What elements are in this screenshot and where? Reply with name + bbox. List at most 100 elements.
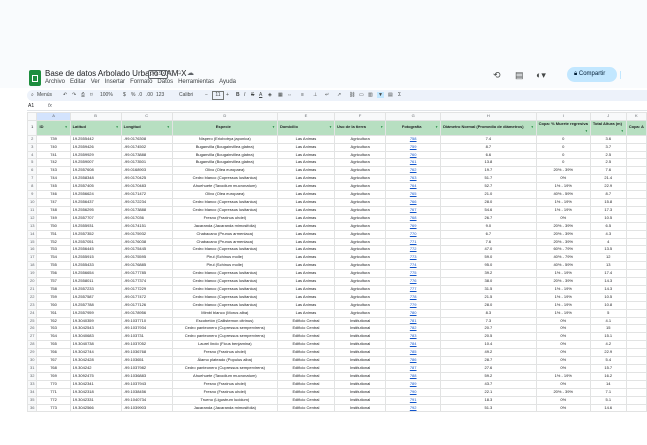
cell-uso-tierra[interactable]: Institutional [333,332,387,342]
cell-especie[interactable]: Fresno (Fraxinus uhdei) [171,348,278,358]
cell-domicilio[interactable]: Edificio Central [276,340,335,350]
cell-diametro[interactable]: 59.2 [440,371,537,381]
cell-altura[interactable]: 4.3 [589,229,627,239]
cell-id[interactable]: 747 [36,197,71,207]
cell-especie[interactable]: Nispero (Eriobotrya japonica) [171,134,278,144]
column-header-i[interactable]: I [535,112,591,121]
cell-copa-a[interactable] [625,277,647,286]
cell-uso-tierra[interactable]: Agricultura [333,221,387,231]
history-icon[interactable]: ⟲ [493,70,501,81]
cell-domicilio[interactable]: Las Animas [276,142,335,152]
select-all-corner[interactable] [27,112,38,121]
cell-domicilio[interactable]: Edificio Central [276,403,335,413]
row-number[interactable]: 17 [27,253,38,263]
cell-fotografia[interactable]: 789 [385,379,442,389]
move-folder-icon[interactable]: ⌂ [177,69,181,76]
cell-uso-tierra[interactable]: Agricultura [333,300,387,310]
strikethrough-icon[interactable]: S [251,92,254,98]
cell-longitud[interactable]: -99.0173501 [120,158,173,168]
cell-uso-tierra[interactable]: Agricultura [333,277,387,286]
column-header-f[interactable]: F [333,112,387,121]
cell-altura[interactable]: 15.1 [589,332,627,342]
cell-copa-a[interactable] [625,245,647,255]
cell-longitud[interactable]: -99.1037982 [120,364,173,373]
cell-uso-tierra[interactable]: Institutional [333,371,387,381]
cell-fotografia[interactable]: 792 [385,403,442,413]
cell-id[interactable]: 743 [36,166,71,176]
cell-diametro[interactable]: 28.0 [440,197,537,207]
cell-copa-a[interactable] [625,332,647,342]
cell-copa-muerte[interactable]: 20% - 39% [535,237,591,247]
cell-id[interactable]: 773 [36,403,71,413]
cell-id[interactable]: 749 [36,213,71,223]
cell-altura[interactable]: 4 [589,237,627,247]
cell-domicilio[interactable]: Las Animas [276,205,335,215]
cell-domicilio[interactable]: Edificio Central [276,387,335,397]
cell-especie[interactable]: Cedro blanco (Cupressus lusitanica) [171,300,278,310]
cell-uso-tierra[interactable]: Agricultura [333,150,387,160]
cell-especie[interactable]: Cedro blanco (Cupressus lusitanica) [171,174,278,184]
cell-fotografia[interactable]: 767 [385,205,442,215]
cell-id[interactable]: 745 [36,182,71,192]
cell-copa-a[interactable] [625,269,647,279]
cell-copa-a[interactable] [625,213,647,223]
cell-fotografia[interactable]: 772 [385,245,442,255]
cell-domicilio[interactable]: Las Animas [276,245,335,255]
cell-id[interactable]: 761 [36,308,71,318]
cell-id[interactable]: 771 [36,387,71,397]
cell-domicilio[interactable]: Las Animas [276,150,335,160]
cell-id[interactable]: 755 [36,261,71,271]
cell-uso-tierra[interactable]: Agricultura [333,197,387,207]
cell-diametro[interactable]: 21.0 [440,190,537,199]
cell-latitud[interactable]: 19.2556437 [69,197,122,207]
cell-diametro[interactable]: 7.3 [440,316,537,326]
cell-domicilio[interactable]: Las Animas [276,292,335,302]
cell-uso-tierra[interactable]: Agricultura [333,134,387,144]
cell-diametro[interactable]: 7.4 [440,134,537,144]
cell-latitud[interactable]: 19.3040738 [69,340,122,350]
cell-longitud[interactable]: -99.0176038 [120,237,173,247]
cell-latitud[interactable]: 19.2556624 [69,190,122,199]
cell-diametro[interactable]: 20.5 [440,332,537,342]
cell-especie[interactable]: Pirul (Schinus molle) [171,253,278,263]
cloud-status-icon[interactable]: ☁ [187,69,194,77]
cell-especie[interactable]: Álamo plateado (Populus alba) [171,356,278,365]
cell-diametro[interactable]: 22.1 [440,387,537,397]
cell-fotografia[interactable]: 785 [385,348,442,358]
cell-longitud[interactable]: -99.0177785 [120,269,173,279]
cell-longitud[interactable]: -99.0175445 [120,245,173,255]
cell-id[interactable]: 750 [36,221,71,231]
menu-ayuda[interactable]: Ayuda [219,79,236,85]
cell-copa-a[interactable] [625,190,647,199]
cell-uso-tierra[interactable]: Agricultura [333,142,387,152]
cell-copa-a[interactable] [625,403,647,413]
cell-longitud[interactable]: -99.017036 [120,213,173,223]
cell-latitud[interactable]: 19.2555442 [69,134,122,144]
cell-diametro[interactable]: 27.6 [440,364,537,373]
cell-longitud[interactable]: -99.1037710 [120,316,173,326]
cell-longitud[interactable]: -99.1036768 [120,348,173,358]
row-number[interactable]: 12 [27,213,38,223]
cell-copa-muerte[interactable]: 0 [535,150,591,160]
cell-uso-tierra[interactable]: Agricultura [333,158,387,168]
cell-especie[interactable]: Buganvilla (Bougainvillea glabra) [171,150,278,160]
cell-id[interactable]: 746 [36,190,71,199]
text-rotation-icon[interactable]: ↗ [337,92,341,98]
cell-copa-a[interactable] [625,253,647,263]
cell-id[interactable]: 760 [36,300,71,310]
cell-altura[interactable]: 7.6 [589,166,627,176]
cell-copa-muerte[interactable]: 20% - 39% [535,166,591,176]
filter-toggle-icon[interactable]: ▼ [585,128,588,134]
cell-id[interactable]: 748 [36,205,71,215]
cell-longitud[interactable]: -99.0176885 [120,261,173,271]
cell-copa-muerte[interactable]: 20% - 39% [535,221,591,231]
cell-copa-a[interactable] [625,166,647,176]
cell-fotografia[interactable]: 784 [385,340,442,350]
cell-especie[interactable]: Cedro blanco (Cupressus lusitanica) [171,205,278,215]
cell-domicilio[interactable]: Las Animas [276,174,335,184]
cell-diametro[interactable]: 13.8 [440,158,537,168]
cell-copa-a[interactable] [625,205,647,215]
cell-uso-tierra[interactable]: Institutional [333,324,387,334]
insert-link-icon[interactable]: ⛓ [349,92,355,98]
filter-icon[interactable]: ▼ [377,92,384,98]
